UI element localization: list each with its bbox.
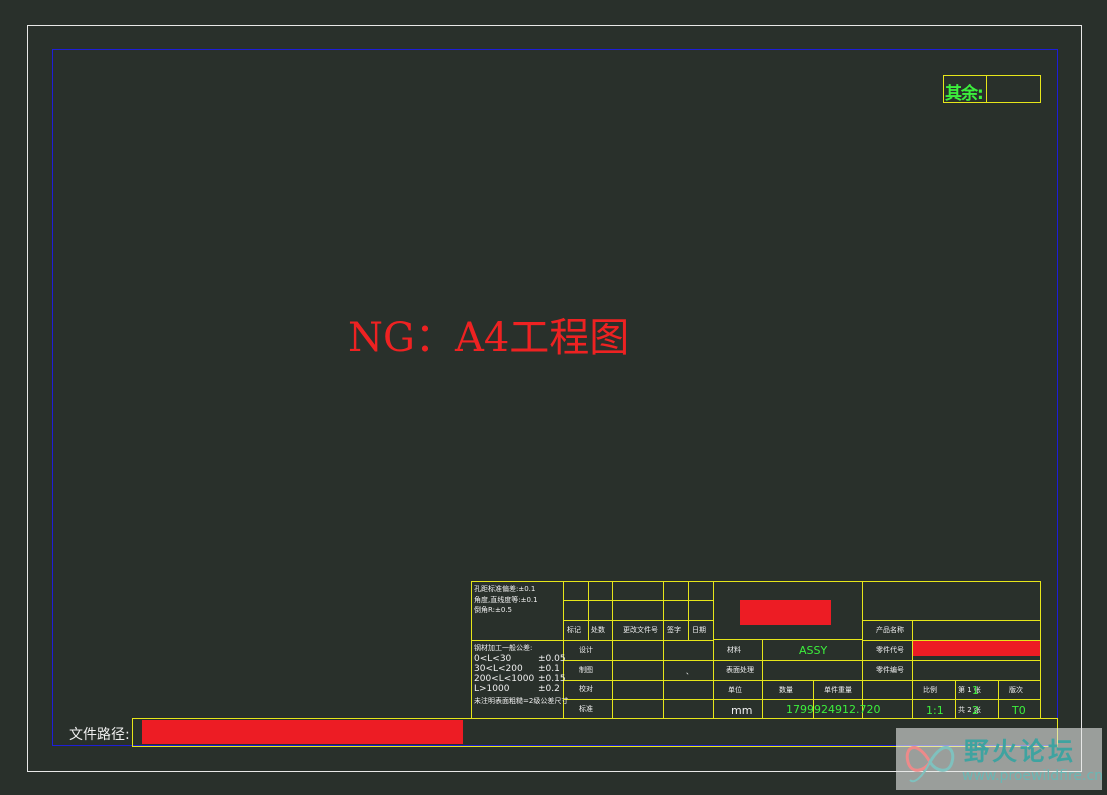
tolerance-range: 0<L<30 [474,654,512,664]
logo-redaction [740,600,831,625]
weight-label: 数量 [779,686,793,694]
rev-header-count: 处数 [591,626,605,634]
tolerance-value: ±0.05 [538,654,566,664]
rev-header-mark: 标记 [567,626,581,634]
material-value[interactable]: ASSY [799,645,827,656]
tolerance-line-1: 孔距标准偏差:±0.1 [474,585,536,593]
sign-drafting: 制图 [579,666,593,674]
drawing-title: NG：A4工程图 [348,315,630,361]
single-weight-label: 单件重量 [824,686,852,694]
sign-check: 校对 [579,685,593,693]
product-name-label: 产品名称 [876,626,904,634]
file-path-redaction[interactable] [142,720,463,744]
material-label: 材料 [727,646,741,654]
rev-header-date: 日期 [692,626,706,634]
scale-label: 比例 [923,686,937,694]
file-path-label: 文件路径: [69,727,130,743]
version-value[interactable]: T0 [1012,705,1026,716]
tolerance-heading: 钢材加工一般公差: [474,644,533,652]
rev-header-doc: 更改文件号 [623,626,658,634]
version-label: 版次 [1009,686,1023,694]
scale-value[interactable]: 1:1 [926,705,944,716]
rev-header-sign: 签字 [667,626,681,634]
forum-name: 野火论坛 [964,737,1077,766]
sign-design: 设计 [579,646,593,654]
tolerance-range: 30<L<200 [474,664,523,674]
title-block: 孔距标准偏差:±0.1 角度,直线度等:±0.1 倒角R:±0.5 钢材加工一般… [471,581,1041,719]
unit-label: 单位 [728,686,742,694]
mark-comma: 、 [686,668,693,676]
tolerance-value: ±0.2 [538,684,560,694]
sheet-number: 1 [972,684,979,697]
part-code-label: 零件代号 [876,646,904,654]
forum-watermark: 野火论坛 www.proewildfire.cn [896,728,1104,790]
part-code-redaction [913,641,1040,656]
unit-value[interactable]: mm [731,705,752,716]
part-number-label: 零件编号 [876,666,904,674]
tolerance-value: ±0.15 [538,674,566,684]
total-number: 2 [972,704,979,717]
sign-standard: 标准 [579,705,593,713]
tolerance-value: ±0.1 [538,664,560,674]
tolerance-line-2: 角度,直线度等:±0.1 [474,596,538,604]
butterfly-logo-icon [905,746,955,783]
weight-value[interactable]: 1799924912.720 [786,704,880,715]
surface-label: 表面处理 [726,666,754,674]
tolerance-line-3: 倒角R:±0.5 [474,606,513,614]
tolerance-note: 未注明表面粗糙=2级公差尺寸 [474,697,569,705]
tolerance-range: 200<L<1000 [474,674,535,684]
surface-finish-box[interactable]: 其余: [943,75,1041,104]
forum-url: www.proewildfire.cn [962,768,1104,784]
remaining-label: 其余: [945,84,984,104]
tolerance-range: L>1000 [474,684,510,694]
